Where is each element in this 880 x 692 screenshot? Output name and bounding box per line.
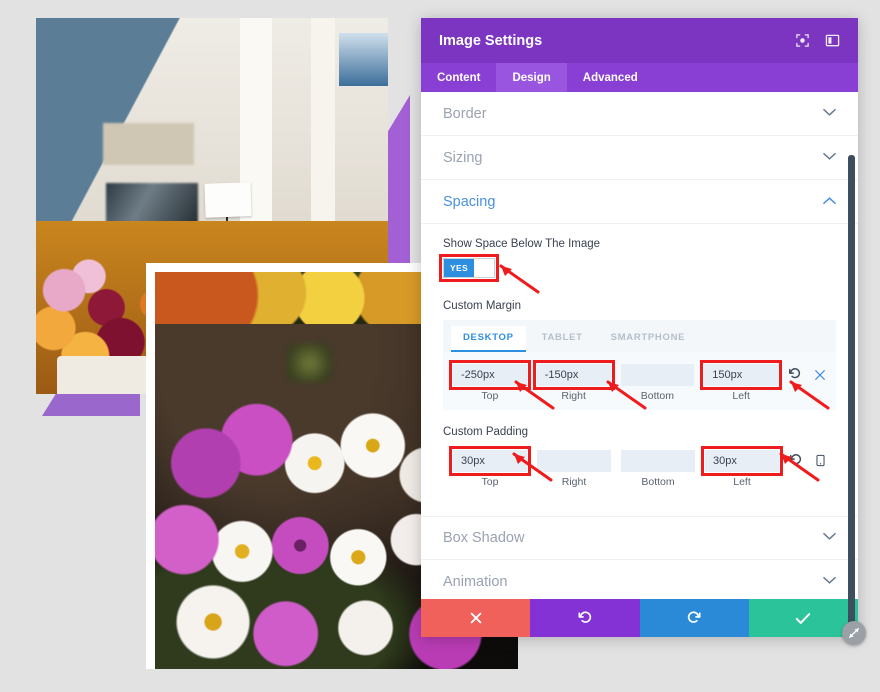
margin-right-field: Right bbox=[532, 360, 615, 402]
margin-row-icons bbox=[788, 364, 826, 386]
section-label: Animation bbox=[443, 573, 508, 590]
panel-scrollbar[interactable] bbox=[848, 155, 855, 627]
padding-left-caption: Left bbox=[733, 476, 751, 488]
tab-design[interactable]: Design bbox=[496, 63, 567, 92]
check-icon bbox=[796, 612, 811, 624]
target-focus-icon[interactable] bbox=[795, 33, 810, 48]
settings-panel-body: Border Sizing Spacing Show Space Below T… bbox=[421, 92, 858, 599]
padding-top-caption: Top bbox=[481, 476, 499, 488]
padding-row-icons bbox=[789, 450, 826, 472]
margin-top-caption: Top bbox=[481, 390, 499, 402]
section-label: Spacing bbox=[443, 193, 496, 210]
tab-content[interactable]: Content bbox=[421, 63, 496, 92]
padding-right-field: Right bbox=[537, 450, 611, 488]
margin-bottom-caption: Bottom bbox=[640, 390, 674, 402]
margin-right-caption: Right bbox=[561, 390, 586, 402]
photo-window bbox=[338, 33, 388, 86]
section-label: Sizing bbox=[443, 149, 483, 166]
undo-button[interactable] bbox=[530, 599, 640, 637]
chevron-down-icon bbox=[823, 152, 836, 164]
device-tab-tablet[interactable]: TABLET bbox=[530, 326, 595, 352]
reset-icon[interactable] bbox=[789, 453, 803, 472]
purple-accent-bottom bbox=[42, 394, 140, 416]
tab-advanced[interactable]: Advanced bbox=[567, 63, 654, 92]
spacing-section-body: Show Space Below The Image YES Custom Ma… bbox=[421, 224, 858, 502]
show-space-label: Show Space Below The Image bbox=[443, 238, 601, 250]
margin-left-input[interactable] bbox=[700, 360, 782, 390]
undo-icon bbox=[578, 611, 592, 623]
section-label: Box Shadow bbox=[443, 530, 525, 546]
close-icon[interactable] bbox=[814, 368, 826, 386]
custom-margin-row: Top Right Bottom Left bbox=[443, 352, 836, 410]
custom-padding-label: Custom Padding bbox=[443, 426, 529, 438]
margin-right-input[interactable] bbox=[532, 360, 615, 390]
close-icon bbox=[470, 612, 481, 624]
custom-padding-row: Top Right Bottom Left bbox=[443, 446, 836, 496]
margin-left-field: Left bbox=[700, 360, 782, 402]
modal-footer bbox=[421, 599, 858, 637]
padding-bottom-input[interactable] bbox=[621, 450, 695, 472]
toggle-knob bbox=[473, 259, 494, 277]
section-sizing[interactable]: Sizing bbox=[421, 136, 858, 180]
margin-left-caption: Left bbox=[732, 390, 750, 402]
modal-tab-bar: Content Design Advanced bbox=[421, 63, 858, 92]
reset-icon[interactable] bbox=[788, 367, 802, 386]
chevron-down-icon bbox=[823, 108, 836, 120]
margin-device-tabs: DESKTOP TABLET SMARTPHONE bbox=[443, 320, 836, 352]
margin-top-field: Top bbox=[449, 360, 531, 402]
section-spacing[interactable]: Spacing bbox=[421, 180, 858, 224]
padding-right-caption: Right bbox=[561, 476, 587, 488]
modal-header: Image Settings bbox=[421, 18, 858, 63]
resize-arrows-icon bbox=[849, 628, 859, 638]
photo-bucket bbox=[57, 356, 149, 394]
show-space-toggle-wrap: YES bbox=[439, 254, 499, 282]
chevron-down-icon bbox=[823, 576, 836, 588]
padding-top-input[interactable] bbox=[449, 446, 531, 476]
resize-handle[interactable] bbox=[842, 621, 866, 645]
section-label: Border bbox=[443, 105, 487, 122]
cancel-button[interactable] bbox=[421, 599, 531, 637]
section-border[interactable]: Border bbox=[421, 92, 858, 136]
device-tab-desktop[interactable]: DESKTOP bbox=[451, 326, 526, 352]
margin-top-input[interactable] bbox=[449, 360, 531, 390]
padding-right-input[interactable] bbox=[537, 450, 611, 472]
padding-bottom-caption: Bottom bbox=[641, 476, 675, 488]
header-icon-group bbox=[795, 33, 840, 48]
padding-left-input[interactable] bbox=[701, 446, 783, 476]
padding-bottom-field: Bottom bbox=[621, 450, 695, 488]
section-box-shadow[interactable]: Box Shadow bbox=[421, 516, 858, 560]
redo-icon bbox=[687, 611, 701, 623]
toggle-value-label: YES bbox=[444, 259, 474, 277]
padding-top-field: Top bbox=[449, 446, 531, 488]
custom-margin-label: Custom Margin bbox=[443, 300, 521, 312]
layout-panel-icon[interactable] bbox=[825, 33, 840, 48]
padding-left-field: Left bbox=[701, 446, 783, 488]
margin-bottom-input[interactable] bbox=[620, 364, 695, 386]
chevron-up-icon bbox=[823, 196, 836, 208]
photo-wall-panel bbox=[310, 18, 336, 252]
show-space-toggle[interactable]: YES bbox=[439, 254, 499, 282]
device-tab-smartphone[interactable]: SMARTPHONE bbox=[599, 326, 698, 352]
mobile-device-icon[interactable] bbox=[815, 454, 826, 472]
redo-button[interactable] bbox=[639, 599, 749, 637]
photo-price-tag bbox=[204, 182, 252, 219]
image-settings-modal: Image Settings Content Design Advanced B… bbox=[421, 18, 858, 637]
chevron-down-icon bbox=[823, 532, 836, 544]
margin-bottom-field: Bottom bbox=[620, 364, 695, 402]
section-animation[interactable]: Animation bbox=[421, 560, 858, 599]
photo-sign bbox=[102, 123, 195, 165]
page-title: Image Settings bbox=[439, 32, 543, 49]
